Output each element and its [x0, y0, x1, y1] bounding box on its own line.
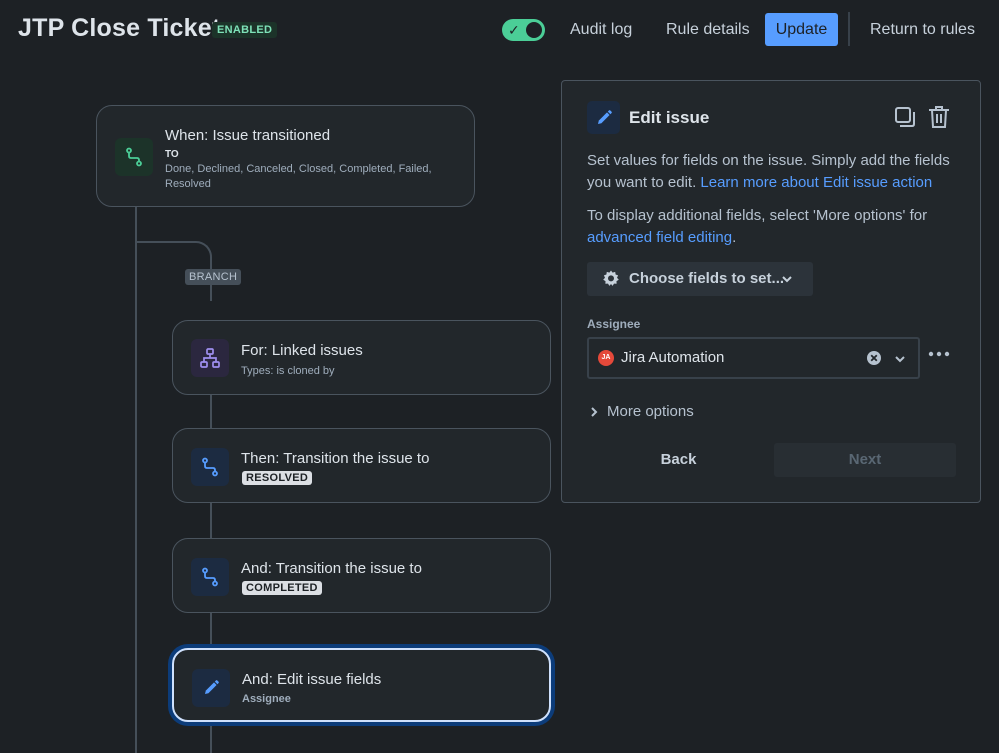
- learn-more-link[interactable]: Learn more about Edit issue action: [700, 174, 932, 191]
- audit-log-button[interactable]: Audit log: [564, 13, 638, 46]
- more-actions-icon[interactable]: [928, 345, 950, 363]
- and-transition-title: And: Transition the issue to: [241, 560, 422, 577]
- return-to-rules-button[interactable]: Return to rules: [864, 13, 981, 46]
- status-lozenge-completed: COMPLETED: [242, 581, 322, 595]
- edit-issue-fields-card[interactable]: And: Edit issue fields Assignee: [172, 648, 551, 722]
- toggle-knob: [526, 22, 542, 38]
- avatar: JA: [598, 350, 614, 366]
- linked-issues-types: Types: is cloned by: [241, 365, 335, 377]
- trigger-card[interactable]: When: Issue transitioned TO Done, Declin…: [96, 105, 475, 207]
- panel-description: Set values for fields on the issue. Simp…: [587, 150, 957, 194]
- pencil-icon: [192, 669, 230, 707]
- choose-fields-button[interactable]: Choose fields to set...: [587, 262, 813, 296]
- flow-line-4: [210, 722, 212, 753]
- transition-icon: [191, 448, 229, 486]
- then-transition-card[interactable]: Then: Transition the issue to RESOLVED: [172, 428, 551, 503]
- status-badge: ENABLED: [212, 22, 278, 38]
- assignee-select[interactable]: JA Jira Automation: [587, 337, 920, 379]
- copy-icon[interactable]: [893, 105, 917, 134]
- flow-line-3: [210, 612, 212, 649]
- transition-icon: [191, 558, 229, 596]
- back-button[interactable]: Back: [587, 443, 770, 477]
- edit-issue-fields-sub: Assignee: [242, 693, 291, 705]
- rule-enabled-toggle[interactable]: ✓: [502, 19, 545, 41]
- gear-icon: [601, 269, 621, 294]
- hint-end: .: [732, 229, 737, 246]
- assignee-label: Assignee: [587, 317, 641, 331]
- flow-line-1: [210, 394, 212, 429]
- then-transition-title: Then: Transition the issue to: [241, 450, 430, 467]
- next-button[interactable]: Next: [774, 443, 956, 477]
- chevron-down-icon: [781, 272, 793, 290]
- status-lozenge-resolved: RESOLVED: [242, 471, 313, 485]
- clear-icon[interactable]: [866, 350, 882, 371]
- rule-details-button[interactable]: Rule details: [660, 13, 756, 46]
- checkmark-icon: ✓: [508, 22, 520, 38]
- flow-line-2: [210, 502, 212, 539]
- more-options-label: More options: [607, 403, 694, 420]
- edit-issue-fields-title: And: Edit issue fields: [242, 671, 382, 688]
- advanced-field-editing-link[interactable]: advanced field editing: [587, 229, 732, 246]
- transition-icon: [115, 138, 153, 176]
- hint-text: To display additional fields, select 'Mo…: [587, 207, 928, 224]
- update-button[interactable]: Update: [765, 13, 838, 46]
- trash-icon[interactable]: [927, 104, 951, 135]
- assignee-value: Jira Automation: [621, 349, 725, 366]
- pencil-icon: [587, 101, 620, 134]
- panel-title: Edit issue: [629, 108, 710, 127]
- chevron-right-icon: [591, 407, 598, 417]
- trigger-statuses: Done, Declined, Canceled, Closed, Comple…: [165, 163, 432, 190]
- header-divider: [848, 12, 850, 46]
- and-transition-card[interactable]: And: Transition the issue to COMPLETED: [172, 538, 551, 613]
- header: JTP Close Ticket ENABLED ✓ Audit log Rul…: [0, 0, 999, 62]
- branch-label: BRANCH: [185, 269, 242, 285]
- trigger-to-label: TO: [165, 149, 179, 160]
- linked-issues-title: For: Linked issues: [241, 342, 363, 359]
- choose-fields-label: Choose fields to set...: [629, 270, 785, 287]
- linked-issues-card[interactable]: For: Linked issues Types: is cloned by: [172, 320, 551, 395]
- hierarchy-icon: [191, 339, 229, 377]
- trigger-title: When: Issue transitioned: [165, 127, 331, 144]
- edit-issue-panel: Edit issue Set values for fields on the …: [561, 80, 981, 503]
- rule-title: JTP Close Ticket: [18, 14, 221, 42]
- chevron-down-icon[interactable]: [894, 352, 906, 370]
- panel-more-options-hint: To display additional fields, select 'Mo…: [587, 205, 957, 249]
